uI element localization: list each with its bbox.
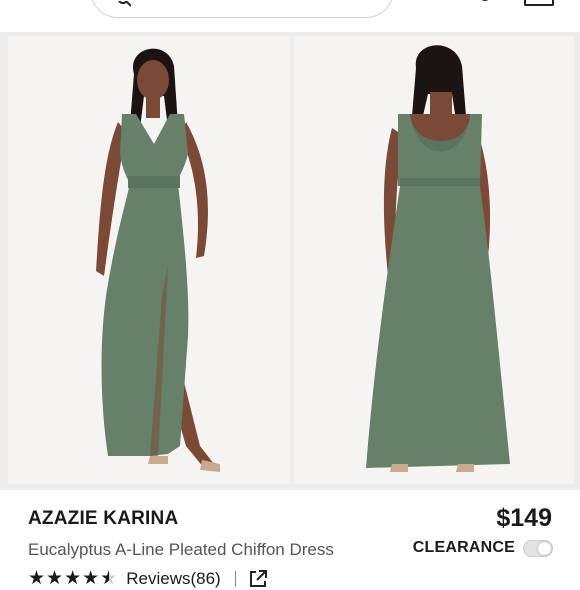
product-brand: AZAZIE KARINA xyxy=(28,508,179,529)
star-icon: ★ xyxy=(46,568,64,589)
account-icon[interactable] xyxy=(476,0,494,4)
product-image-gallery xyxy=(0,32,580,490)
model-back-illustration xyxy=(366,45,510,472)
product-photo-back[interactable] xyxy=(294,36,574,484)
search-input[interactable] xyxy=(90,0,394,18)
clearance-row: CLEARANCE xyxy=(413,537,553,559)
search-icon xyxy=(118,1,131,7)
star-icon: ★ xyxy=(82,568,100,589)
star-icon: ★ xyxy=(28,568,46,589)
model-front-illustration xyxy=(96,48,220,472)
product-photo-front[interactable] xyxy=(8,36,290,484)
toggle-knob xyxy=(538,541,551,555)
star-rating: ★ ★ ★ ★ ★ xyxy=(28,568,118,590)
shopping-bag-icon[interactable] xyxy=(524,0,554,6)
product-info-panel: AZAZIE KARINA Eucalyptus A-Line Pleated … xyxy=(0,490,580,589)
half-star-icon: ★ xyxy=(100,569,117,590)
reviews-link[interactable]: Reviews(86) xyxy=(126,569,220,589)
share-external-icon[interactable] xyxy=(248,569,268,589)
top-navigation-bar xyxy=(0,0,580,32)
hamburger-menu-icon[interactable] xyxy=(30,0,60,4)
clearance-toggle[interactable] xyxy=(523,539,553,557)
product-name: Eucalyptus A-Line Pleated Chiffon Dress xyxy=(28,540,334,559)
star-icon: ★ xyxy=(64,568,82,589)
clearance-label: CLEARANCE xyxy=(412,539,515,556)
rating-row: ★ ★ ★ ★ ★ Reviews(86) xyxy=(28,568,268,590)
divider xyxy=(234,571,236,587)
product-price: $149 xyxy=(496,504,552,532)
